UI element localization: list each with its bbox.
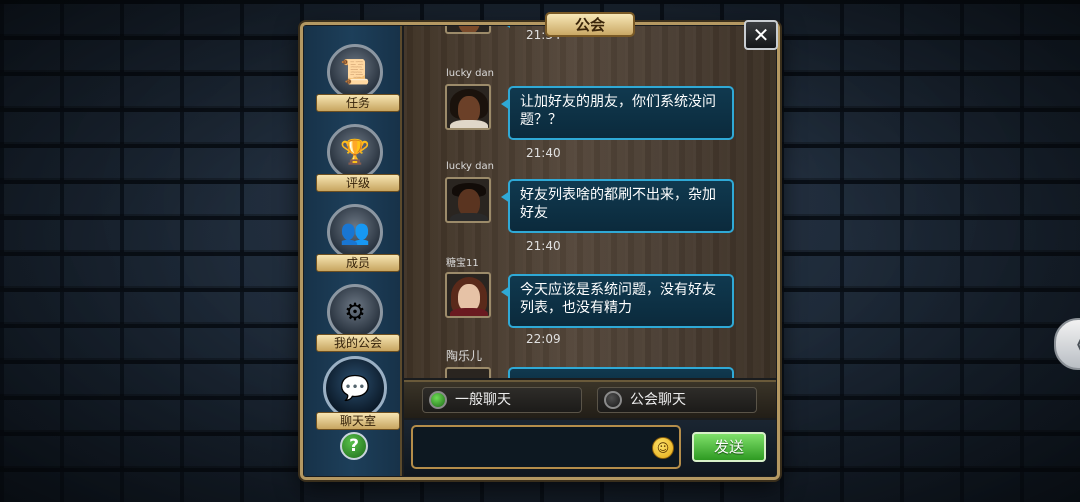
sidebar-item-rating[interactable]: 🏆 评级 [304,124,402,204]
guild-sidebar: 📜 任务 🏆 评级 👥 成员 ⚙ 我的公会 💬 聊天室 [304,26,402,476]
trophy-icon: 🏆 [327,124,383,180]
message-bubble: 好友列表啥的都刷不出来，杂加好友 [501,179,734,233]
avatar[interactable] [445,84,491,130]
chat-message-input[interactable] [411,425,681,469]
message-bubble [508,367,734,378]
help-button[interactable]: ? [340,432,368,460]
sidebar-item-label: 聊天室 [316,412,400,430]
message-time: 21:40 [526,239,561,253]
avatar[interactable] [445,272,491,318]
double-chevron-left-icon: 《 [1066,328,1080,360]
sidebar-item-members[interactable]: 👥 成员 [304,204,402,284]
avatar [445,26,491,34]
close-button[interactable]: ✕ [744,20,778,50]
message-username: 糖宝11 [446,258,479,269]
emoji-icon[interactable]: ☺ [652,437,674,459]
tab-label: 一般聊天 [455,392,511,408]
send-button[interactable]: 发送 [692,432,766,462]
avatar[interactable] [445,367,491,378]
side-expand-button[interactable]: 《 [1054,318,1080,370]
guild-gear-icon: ⚙ [327,284,383,340]
message-username: 陶乐儿 [446,349,483,363]
tab-guild-chat[interactable]: 公会聊天 [597,387,757,413]
chat-tabs: 一般聊天 公会聊天 [404,380,776,418]
message-username: lucky dan [446,68,494,79]
message-bubble: 让加好友的朋友，你们系统没问题？？ [501,86,734,140]
sidebar-item-label: 评级 [316,174,400,192]
sidebar-item-label: 成员 [316,254,400,272]
page-title: 公会 [545,12,635,37]
tab-general-chat[interactable]: 一般聊天 [422,387,582,413]
sidebar-item-label: 我的公会 [316,334,400,352]
members-icon: 👥 [327,204,383,260]
message-time: 22:09 [526,332,561,346]
tab-label: 公会聊天 [630,392,686,408]
chat-bubbles-icon: 💬 [323,356,387,420]
radio-off-icon [604,391,622,409]
radio-on-icon [429,391,447,409]
chat-message-list[interactable]: 21:34 lucky dan 让加好友的朋友，你们系统没问题？？ 21:40 … [404,26,776,378]
close-icon: ✕ [752,23,770,47]
message-bubble: 今天应该是系统问题，没有好友列表，也没有精力 [501,274,734,328]
sidebar-item-chatroom[interactable]: 💬 聊天室 [304,356,402,442]
sidebar-item-tasks[interactable]: 📜 任务 [304,44,402,124]
sidebar-item-my-guild[interactable]: ⚙ 我的公会 [304,284,402,364]
sidebar-item-label: 任务 [316,94,400,112]
message-username: lucky dan [446,161,494,172]
avatar[interactable] [445,177,491,223]
quest-scroll-icon: 📜 [327,44,383,100]
message-time: 21:40 [526,146,561,160]
